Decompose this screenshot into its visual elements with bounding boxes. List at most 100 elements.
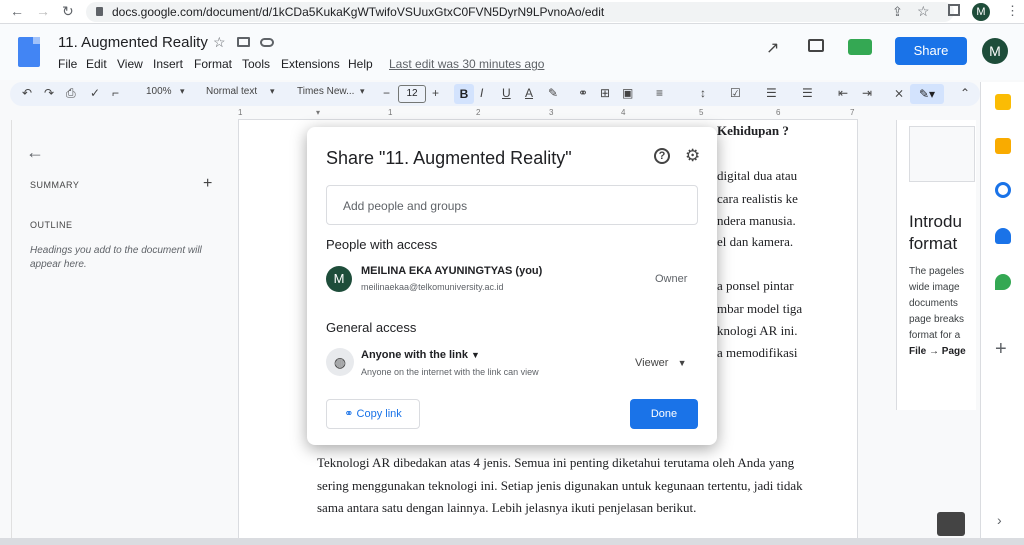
increase-font-icon[interactable]: + xyxy=(432,86,439,100)
calendar-icon[interactable] xyxy=(995,94,1011,110)
explore-button[interactable] xyxy=(937,512,965,536)
profile-avatar[interactable]: M xyxy=(972,3,990,21)
side-panel-icon[interactable] xyxy=(948,4,960,16)
horizontal-scrollbar[interactable] xyxy=(0,538,1024,545)
panel-text: page breaks xyxy=(909,314,965,325)
maps-icon[interactable] xyxy=(995,274,1011,290)
decrease-indent-icon[interactable]: ⇤ xyxy=(838,86,848,100)
done-button[interactable]: Done xyxy=(630,399,698,429)
move-folder-icon[interactable] xyxy=(237,37,250,47)
summary-label: SUMMARY xyxy=(30,180,80,190)
collapse-toolbar-icon[interactable]: ⌃ xyxy=(960,86,970,100)
zoom-chevron-icon[interactable]: ▾ xyxy=(180,86,185,97)
menu-format[interactable]: Format xyxy=(194,57,232,71)
link-access-dropdown[interactable]: Anyone with the link ▼ xyxy=(361,349,480,361)
ruler-indent-marker-icon[interactable]: ▾ xyxy=(316,108,320,117)
numbered-list-icon[interactable]: ☰ xyxy=(802,86,813,100)
italic-button[interactable]: I xyxy=(480,86,483,100)
spellcheck-icon[interactable]: ✓ xyxy=(90,86,100,100)
link-icon[interactable]: ⚭ xyxy=(578,86,588,100)
back-icon[interactable]: ← xyxy=(10,3,24,19)
text-color-button[interactable]: A xyxy=(525,86,533,100)
address-bar[interactable]: docs.google.com/document/d/1kCDa5KukaKgW… xyxy=(86,2,954,22)
document-outline: ← SUMMARY + OUTLINE Headings you add to … xyxy=(0,120,238,538)
expand-panel-icon[interactable]: › xyxy=(997,512,1002,528)
add-addon-icon[interactable]: + xyxy=(995,338,1007,361)
doc-text-line: ndera manusia. xyxy=(717,213,796,228)
font-select[interactable]: Times New... xyxy=(297,86,354,97)
forward-icon[interactable]: → xyxy=(36,3,50,19)
panel-text: The pageles xyxy=(909,266,965,277)
menu-extensions[interactable]: Extensions xyxy=(281,57,340,71)
settings-gear-icon[interactable]: ⚙ xyxy=(685,146,700,166)
general-access-heading: General access xyxy=(326,320,417,335)
user-name: MEILINA EKA AYUNINGTYAS (you) xyxy=(361,265,543,277)
align-icon[interactable]: ≡ xyxy=(656,86,663,100)
panel-text: wide image xyxy=(909,282,960,293)
copy-link-button[interactable]: ⚭ Copy link xyxy=(326,399,420,429)
menu-tools[interactable]: Tools xyxy=(242,57,270,71)
bullet-list-icon[interactable]: ☰ xyxy=(766,86,777,100)
clear-format-icon[interactable]: ⨯ xyxy=(894,86,904,100)
zoom-select[interactable]: 100% xyxy=(146,86,172,97)
menu-edit[interactable]: Edit xyxy=(86,57,107,71)
font-size-input[interactable]: 12 xyxy=(398,85,426,103)
bookmark-star-icon[interactable]: ☆ xyxy=(917,3,930,20)
redo-icon[interactable]: ↷ xyxy=(44,86,54,100)
formatting-toolbar: ↶ ↷ ⎙ ✓ ⌐ 100% ▾ Normal text ▾ Times New… xyxy=(10,82,980,106)
ruler-mark: 1 xyxy=(388,108,393,117)
share-page-icon[interactable]: ⇪ xyxy=(892,4,903,20)
highlight-icon[interactable]: ✎ xyxy=(548,86,558,100)
comment-icon[interactable]: ⊞ xyxy=(600,86,610,100)
dropdown-arrow-icon: ▼ xyxy=(471,350,480,360)
help-icon[interactable]: ? xyxy=(654,148,670,164)
ruler-mark: 6 xyxy=(776,108,781,117)
style-select[interactable]: Normal text xyxy=(206,86,257,97)
menu-view[interactable]: View xyxy=(117,57,143,71)
docs-logo-icon[interactable] xyxy=(18,37,40,67)
tasks-icon[interactable] xyxy=(995,182,1011,198)
link-icon: ⚭ xyxy=(344,408,354,420)
bold-button[interactable]: B xyxy=(454,84,474,104)
increase-indent-icon[interactable]: ⇥ xyxy=(862,86,872,100)
reload-icon[interactable]: ↻ xyxy=(62,3,74,20)
doc-paragraph-line: sama antara satu dengan lainnya. Lebih j… xyxy=(317,500,697,515)
decrease-font-icon[interactable]: − xyxy=(383,86,390,100)
panel-preview-image xyxy=(909,126,975,182)
url-text: docs.google.com/document/d/1kCDa5KukaKgW… xyxy=(112,5,605,19)
comment-history-icon[interactable] xyxy=(808,39,824,52)
style-chevron-icon[interactable]: ▾ xyxy=(270,86,275,97)
document-title[interactable]: 11. Augmented Reality xyxy=(58,34,208,51)
account-avatar[interactable]: M xyxy=(982,38,1008,64)
menu-help[interactable]: Help xyxy=(348,57,373,71)
ruler-mark: 1 xyxy=(238,108,243,117)
meet-icon[interactable] xyxy=(848,39,872,55)
menu-insert[interactable]: Insert xyxy=(153,57,183,71)
contacts-icon[interactable] xyxy=(995,228,1011,244)
activity-trend-icon[interactable]: ↗ xyxy=(766,38,779,58)
star-icon[interactable]: ☆ xyxy=(213,34,226,51)
share-button[interactable]: Share xyxy=(895,37,967,65)
font-chevron-icon[interactable]: ▾ xyxy=(360,86,365,97)
checklist-icon[interactable]: ☑ xyxy=(730,86,741,100)
browser-menu-icon[interactable]: ⋮ xyxy=(1006,3,1019,19)
editing-mode-icon[interactable]: ✎▾ xyxy=(910,84,944,104)
add-people-input[interactable]: Add people and groups xyxy=(326,185,698,225)
menu-file[interactable]: File xyxy=(58,57,77,71)
user-avatar: M xyxy=(326,266,352,292)
link-role-dropdown[interactable]: Viewer ▼ xyxy=(635,357,687,369)
ruler-mark: 3 xyxy=(549,108,554,117)
docs-header: 11. Augmented Reality ☆ File Edit View I… xyxy=(0,24,1024,80)
close-outline-icon[interactable]: ← xyxy=(26,142,44,163)
keep-icon[interactable] xyxy=(995,138,1011,154)
last-edit-link[interactable]: Last edit was 30 minutes ago xyxy=(389,57,544,71)
undo-icon[interactable]: ↶ xyxy=(22,86,32,100)
image-icon[interactable]: ▣ xyxy=(622,86,633,100)
line-spacing-icon[interactable]: ↕ xyxy=(700,86,706,100)
add-summary-icon[interactable]: + xyxy=(203,175,212,193)
doc-paragraph-line: sering menggunakan teknologi ini. Setiap… xyxy=(317,478,803,493)
dialog-title: Share "11. Augmented Reality" xyxy=(326,148,572,168)
paint-format-icon[interactable]: ⌐ xyxy=(112,86,119,100)
underline-button[interactable]: U xyxy=(502,86,511,100)
print-icon[interactable]: ⎙ xyxy=(66,86,76,101)
